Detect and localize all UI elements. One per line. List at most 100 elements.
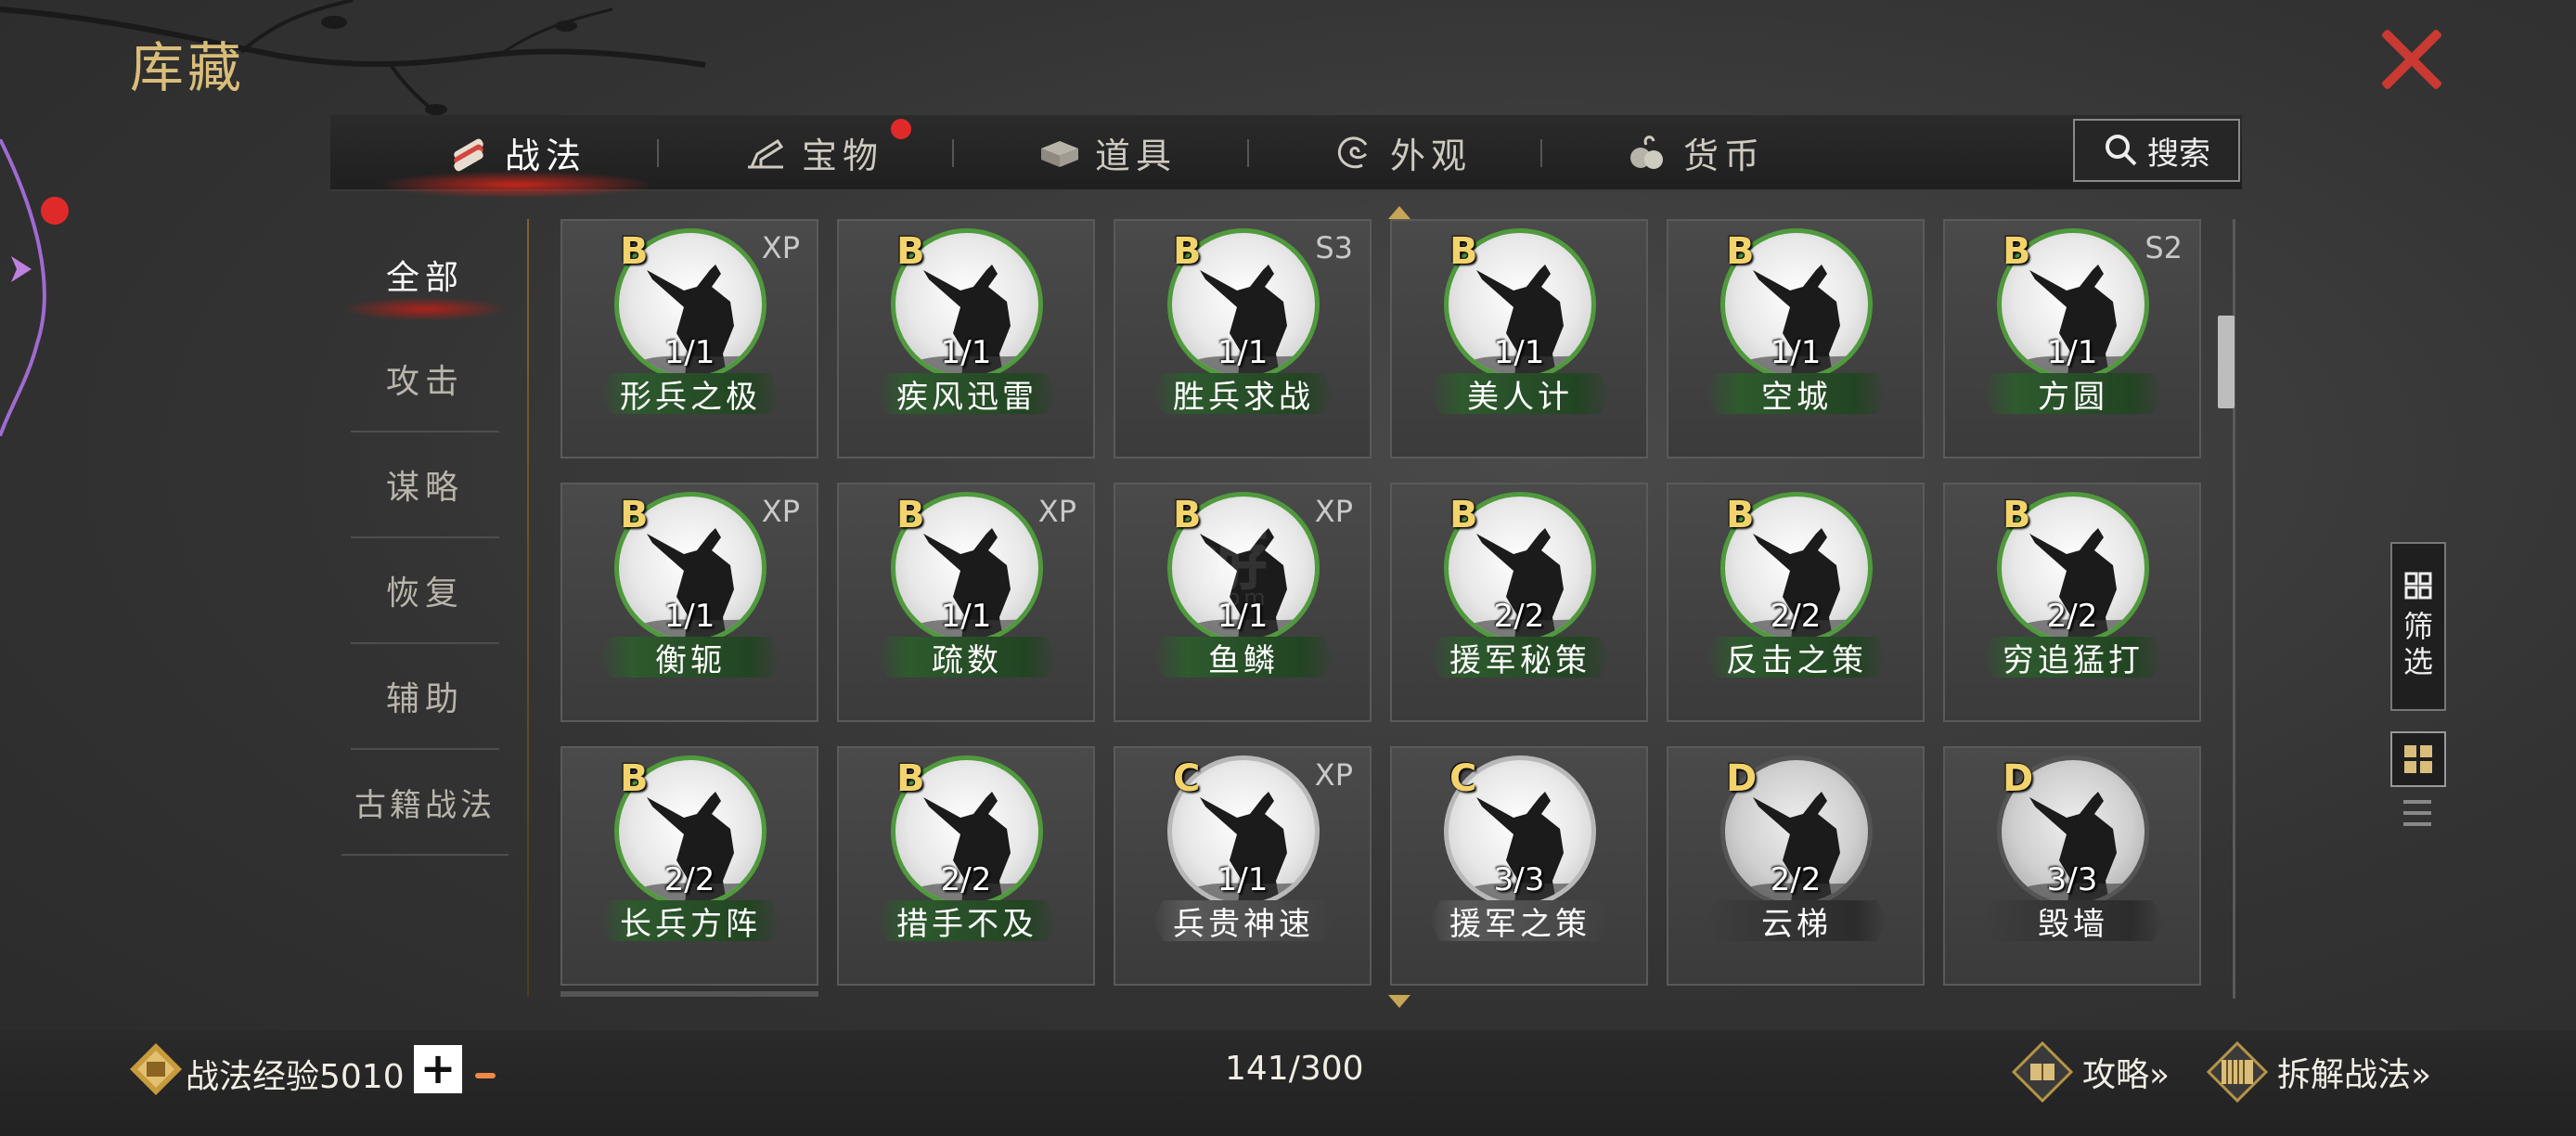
tab-appearance[interactable]: 外观 — [1331, 115, 1472, 189]
tab-label: 外观 — [1390, 135, 1473, 176]
category-label: 攻击 — [385, 363, 464, 401]
tactic-card[interactable]: B 2/2 援军秘策 — [1390, 483, 1648, 722]
tactic-card[interactable]: B XP 1/1 衡轭 — [560, 483, 818, 722]
tab-badge-dot — [891, 119, 911, 139]
guide-label: 攻略» — [2082, 1056, 2170, 1094]
notification-dot — [41, 197, 69, 225]
season-tag: S3 — [1315, 230, 1353, 265]
scrollbar-thumb[interactable] — [2218, 316, 2235, 408]
grade-badge: B — [620, 230, 649, 273]
filter-grid-icon — [2404, 572, 2432, 600]
tactic-card[interactable]: C XP 1/1 兵贵神速 — [1114, 746, 1372, 986]
search-icon — [2106, 135, 2137, 166]
tactic-name: 毁墙 — [1982, 900, 2164, 941]
grid-view-icon — [2404, 745, 2432, 773]
tactic-card[interactable]: B 2/2 反击之策 — [1667, 483, 1925, 722]
tactic-card[interactable]: B 2/2 措手不及 — [837, 746, 1095, 986]
category-support[interactable]: 辅助 — [351, 644, 499, 750]
next-row-peek — [560, 991, 818, 997]
dismantle-tactics-button[interactable]: 拆解战法» — [2205, 1039, 2431, 1104]
tactic-count: 2/2 — [663, 861, 715, 898]
tactic-name: 空城 — [1706, 373, 1887, 414]
tactic-card-grid: B XP 1/1 形兵之极 B 1/1 疾风迅雷 B S3 1/1 胜兵求战 B 1/1 美人计 B 1/1 空… — [560, 219, 2203, 989]
grade-badge: B — [2003, 494, 2031, 536]
tab-label: 战法 — [505, 135, 587, 176]
dismantle-label: 拆解战法» — [2277, 1056, 2432, 1094]
tactic-card[interactable]: D 2/2 云梯 — [1667, 746, 1925, 986]
grade-badge: B — [1173, 230, 1202, 273]
list-view-icon[interactable] — [2403, 796, 2431, 833]
tactic-card[interactable]: D 3/3 毁墙 — [1943, 746, 2201, 986]
filter-button[interactable]: 筛选 — [2390, 542, 2446, 711]
tactic-name: 方圆 — [1982, 373, 2164, 414]
tactic-name: 援军之策 — [1429, 900, 1611, 941]
tactic-exp-value: 战法经验5010 — [186, 1058, 405, 1096]
drawer-arrow-icon[interactable] — [0, 232, 37, 306]
tactic-count: 1/1 — [1217, 334, 1269, 371]
tactic-card[interactable]: B 1/1 疾风迅雷 — [837, 219, 1095, 458]
tab-label: 货币 — [1683, 135, 1766, 176]
category-label: 谋略 — [385, 469, 464, 507]
tactic-count: 2/2 — [1770, 598, 1822, 635]
category-all[interactable]: 全部 — [341, 223, 509, 327]
scroll-down-arrow-icon[interactable] — [1388, 995, 1410, 1008]
tactic-count: 1/1 — [940, 598, 992, 635]
tactic-card[interactable]: B 2/2 穷追猛打 — [1943, 483, 2201, 722]
grade-badge: B — [1726, 494, 1755, 536]
add-exp-button[interactable]: + — [414, 1045, 462, 1093]
storage-capacity: 141/300 — [1225, 1050, 1364, 1088]
tactic-card[interactable]: B 2/2 长兵方阵 — [560, 746, 818, 986]
grade-badge: B — [620, 494, 649, 536]
tactic-count: 2/2 — [1770, 861, 1822, 898]
tactic-name: 措手不及 — [876, 900, 1058, 941]
coin-pouch-icon — [1624, 132, 1670, 173]
tactic-count: 2/2 — [940, 861, 992, 898]
tactic-count: 3/3 — [1493, 861, 1545, 898]
tactic-name: 穷追猛打 — [1982, 637, 2164, 678]
grade-badge: B — [2003, 230, 2031, 273]
tab-bar: 战法 宝物 道具 外观 货币 搜索 — [330, 115, 2242, 199]
grid-view-toggle[interactable] — [2390, 731, 2446, 787]
filter-label: 筛选 — [2402, 609, 2433, 679]
category-divider — [527, 219, 529, 997]
tactic-name: 疾风迅雷 — [876, 373, 1058, 414]
scroll-up-arrow-icon[interactable] — [1388, 206, 1410, 219]
ember-decoration — [475, 1073, 496, 1078]
tactic-card[interactable]: B 1/1 美人计 — [1390, 219, 1648, 458]
tab-divider — [657, 139, 659, 167]
tactic-name: 胜兵求战 — [1153, 373, 1334, 414]
tab-tactics[interactable]: 战法 — [445, 115, 586, 189]
search-button[interactable]: 搜索 — [2073, 119, 2240, 182]
scroll-bundle-icon — [445, 132, 492, 173]
category-ancient-tactics[interactable]: 古籍战法 — [341, 750, 509, 856]
chest-icon — [1036, 132, 1082, 173]
cannon-icon — [742, 132, 789, 173]
tab-currency[interactable]: 货币 — [1624, 115, 1765, 189]
category-strategy[interactable]: 谋略 — [351, 432, 499, 538]
category-recovery[interactable]: 恢复 — [351, 538, 499, 644]
grade-badge: B — [1726, 230, 1755, 273]
tactic-card[interactable]: B XP 1/1 形兵之极 — [560, 219, 818, 458]
tab-items[interactable]: 道具 — [1036, 115, 1177, 189]
grade-badge: B — [1449, 230, 1478, 273]
tactic-name: 云梯 — [1706, 900, 1887, 941]
tab-label: 道具 — [1095, 135, 1178, 176]
tactic-count: 2/2 — [1493, 598, 1545, 635]
category-label: 古籍战法 — [354, 786, 496, 824]
tactic-card[interactable]: B XP 1/1 疏数 — [837, 483, 1095, 722]
tactic-card[interactable]: B S3 1/1 胜兵求战 — [1114, 219, 1372, 458]
tactic-count: 1/1 — [663, 334, 715, 371]
tactic-card[interactable]: B S2 1/1 方圆 — [1943, 219, 2201, 458]
category-attack[interactable]: 攻击 — [351, 327, 499, 432]
grade-badge: B — [620, 757, 649, 800]
category-label: 恢复 — [385, 574, 464, 613]
tactic-name: 鱼鳞 — [1153, 637, 1334, 678]
tactic-card[interactable]: C 3/3 援军之策 — [1390, 746, 1648, 986]
tactic-card[interactable]: B 1/1 空城 — [1667, 219, 1925, 458]
tactic-name: 形兵之极 — [599, 373, 781, 414]
guide-button[interactable]: 攻略» — [2010, 1039, 2170, 1104]
category-label: 全部 — [385, 259, 464, 297]
close-icon[interactable] — [2376, 24, 2446, 95]
tab-treasure[interactable]: 宝物 — [742, 115, 883, 189]
search-label: 搜索 — [2147, 135, 2210, 173]
